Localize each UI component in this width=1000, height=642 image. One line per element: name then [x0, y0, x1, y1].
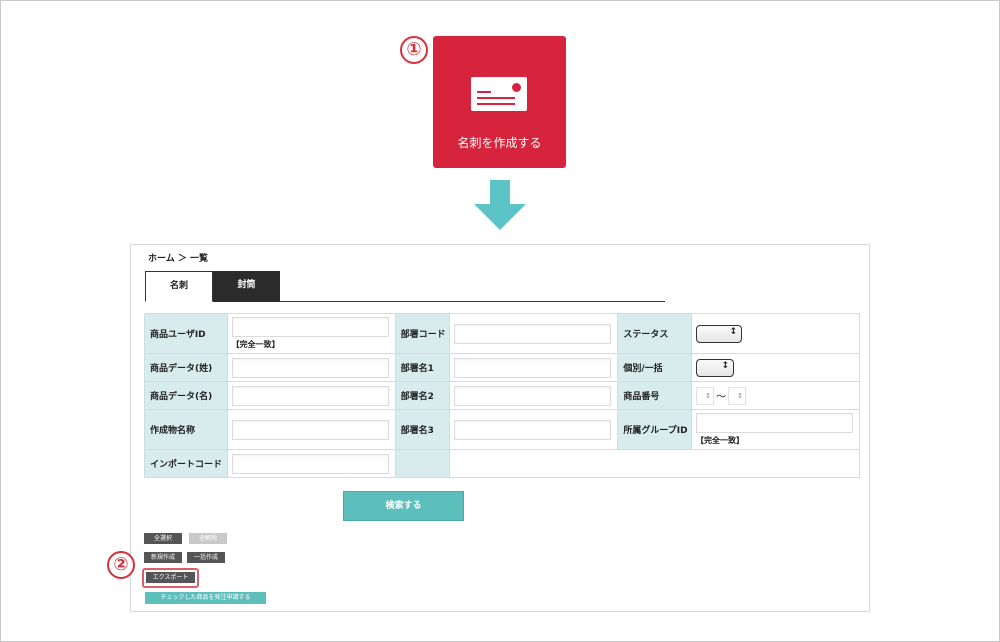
form-row: インポートコード: [144, 449, 860, 478]
group-id-cell: 【完全一致】: [690, 409, 861, 450]
new-create-button[interactable]: 新規作成: [144, 552, 182, 563]
form-row: 商品ユーザID 【完全一致】 部署コード ステータス: [144, 313, 861, 354]
status-label: ステータス: [617, 313, 692, 354]
product-data-first-label: 商品データ(名): [144, 381, 228, 410]
dept-name3-input[interactable]: [454, 419, 612, 440]
range-tilde: 〜: [715, 392, 726, 403]
breadcrumb: ホーム ＞ 一覧: [148, 254, 208, 264]
product-data-last-label: 商品データ(姓): [144, 353, 228, 382]
tab-envelope[interactable]: 封筒: [213, 271, 280, 302]
form-row: 商品データ(名) 部署名2 商品番号 ↕ 〜 ↕: [144, 381, 861, 410]
product-user-id-cell: 【完全一致】: [226, 313, 396, 354]
product-number-cell: ↕ 〜 ↕: [690, 381, 861, 410]
select-all-button[interactable]: 全選択: [144, 533, 182, 544]
step-number-2: ②: [107, 551, 135, 579]
product-data-last-input[interactable]: [231, 357, 389, 378]
empty-label-cell: [394, 449, 451, 478]
empty-value-cell: [449, 449, 860, 478]
list-panel: ホーム ＞ 一覧 名刺 封筒 商品ユーザID 【完全一致】 部署コード ステータ…: [130, 244, 870, 612]
product-number-to[interactable]: ↕: [727, 386, 746, 405]
exact-match-note: 【完全一致】: [695, 436, 744, 445]
individual-bulk-select[interactable]: [695, 358, 734, 377]
status-cell: [690, 313, 861, 354]
dept-code-label: 部署コード: [394, 313, 451, 354]
dept-name2-input[interactable]: [454, 385, 612, 406]
creation-name-input[interactable]: [231, 419, 389, 440]
form-row: 作成物名称 部署名3 所属グループID 【完全一致】: [144, 409, 861, 450]
dept-name1-input[interactable]: [454, 357, 612, 378]
request-order-button[interactable]: チェックした商品を発注申請する: [145, 592, 266, 604]
dept-name1-cell: [449, 353, 619, 382]
card-dot: [512, 83, 521, 92]
tab-business-card[interactable]: 名刺: [145, 271, 213, 302]
dept-code-cell: [449, 313, 619, 354]
individual-bulk-label: 個別/一括: [617, 353, 692, 382]
status-select[interactable]: [695, 324, 742, 343]
tab-bar: 名刺 封筒: [145, 271, 665, 302]
dept-name2-label: 部署名2: [394, 381, 451, 410]
create-business-card-button[interactable]: 名刺を作成する: [433, 36, 566, 168]
import-code-cell: [226, 449, 396, 478]
creation-name-label: 作成物名称: [144, 409, 228, 450]
export-highlight: エクスポート: [142, 568, 199, 588]
search-button[interactable]: 検索する: [343, 491, 464, 521]
card-line: [477, 103, 515, 105]
product-user-id-label: 商品ユーザID: [144, 313, 228, 354]
product-data-first-input[interactable]: [231, 385, 389, 406]
search-form-table: 商品ユーザID 【完全一致】 部署コード ステータス 商品データ(姓) 部署名1…: [144, 313, 861, 478]
card-line: [477, 97, 515, 99]
product-number-from[interactable]: ↕: [695, 386, 714, 405]
bulk-create-button[interactable]: 一括作成: [187, 552, 225, 563]
dept-name1-label: 部署名1: [394, 353, 451, 382]
create-business-card-label: 名刺を作成する: [457, 136, 542, 150]
creation-name-cell: [226, 409, 396, 450]
dept-name3-cell: [449, 409, 619, 450]
product-number-label: 商品番号: [617, 381, 692, 410]
import-code-label: インポートコード: [144, 449, 228, 478]
individual-bulk-cell: [690, 353, 861, 382]
arrow-down-icon: [474, 180, 526, 230]
form-row: 商品データ(姓) 部署名1 個別/一括: [144, 353, 861, 382]
group-id-input[interactable]: [695, 413, 853, 433]
export-button[interactable]: エクスポート: [146, 572, 195, 583]
dept-code-input[interactable]: [454, 323, 612, 344]
dept-name3-label: 部署名3: [394, 409, 451, 450]
business-card-icon: [471, 77, 527, 111]
card-line: [477, 91, 491, 93]
deselect-all-button[interactable]: 全解除: [189, 533, 227, 544]
group-id-label: 所属グループID: [617, 409, 692, 450]
step-number-1: ①: [400, 36, 428, 64]
dept-name2-cell: [449, 381, 619, 410]
product-data-last-cell: [226, 353, 396, 382]
product-user-id-input[interactable]: [231, 317, 389, 337]
exact-match-note: 【完全一致】: [231, 340, 280, 349]
import-code-input[interactable]: [231, 453, 389, 474]
product-data-first-cell: [226, 381, 396, 410]
